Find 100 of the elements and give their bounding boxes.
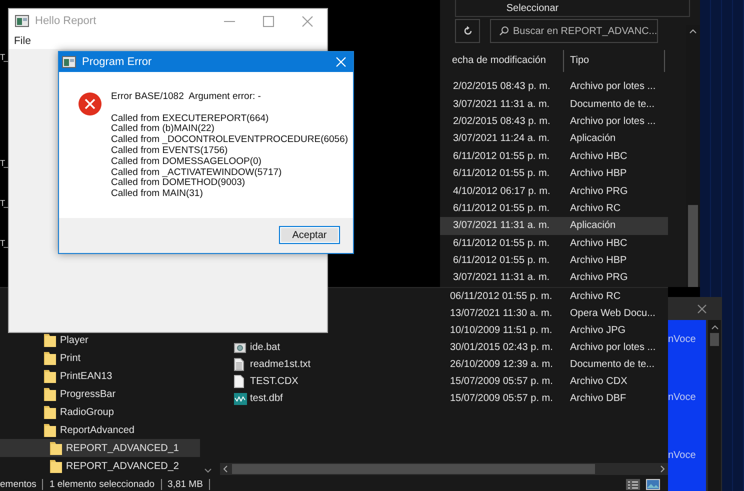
tree-item[interactable]: ProgressBar — [0, 385, 200, 403]
scrollbar-thumb[interactable] — [688, 205, 698, 287]
column-header[interactable]: echa de modificación — [440, 50, 564, 72]
close-icon[interactable] — [302, 16, 313, 26]
folder-icon — [44, 351, 56, 365]
date-cell-text: 13/07/2021 11:30 a. m. — [450, 308, 554, 319]
file-name[interactable]: TEST.CDX — [250, 376, 450, 387]
date-cell-text: 3/07/2021 11:24 a. m. — [453, 133, 551, 144]
cut-label: T_ — [0, 158, 7, 168]
file-row[interactable]: 3/07/2021 11:31 a. m. Aplicación — [440, 217, 668, 235]
file-row[interactable]: 3/07/2021 11:31 a. m. Archivo PRG — [440, 269, 668, 287]
call-stack-line: Called from EVENTS(1756) — [111, 146, 229, 157]
type-cell: Archivo PRG — [570, 186, 628, 197]
down-chevron-icon — [204, 468, 212, 473]
type-cell: Archivo HBC — [570, 238, 628, 249]
up-chevron-icon — [710, 325, 718, 330]
file-row[interactable]: 6/11/2012 01:55 p. m. Archivo HBP — [440, 164, 668, 182]
date-cell-text: 6/11/2012 01:55 p. m. — [453, 202, 551, 214]
date-cell-text: 15/07/2009 05:57 p. m. — [450, 393, 554, 404]
date-cell-text: 3/07/2021 11:31 a. m. — [453, 272, 551, 284]
window-title: Hello Report — [35, 15, 96, 27]
type-cell: Aplicación — [570, 133, 616, 144]
file-row[interactable]: 6/11/2012 01:55 p. m. Archivo HBC — [440, 148, 668, 165]
call-stack-line: Called from (b)MAIN(22) — [111, 124, 216, 135]
left-chevron-icon — [223, 465, 228, 473]
maximize-icon[interactable] — [263, 16, 274, 26]
text-file-icon — [234, 358, 244, 371]
file-row[interactable]: 6/11/2012 01:55 p. m. Archivo HBC — [440, 234, 668, 252]
call-stack-line: Called from DOMETHOD(9003) — [111, 178, 246, 189]
date-cell-text: 30/01/2015 02:43 p. m. — [450, 342, 554, 353]
cut-label: T_ — [0, 198, 7, 208]
date-cell-text: 06/11/2012 01:55 p. m. — [450, 291, 554, 302]
tree-item[interactable]: PrintEAN13 — [0, 367, 200, 385]
call-stack-line: Called from EXECUTEREPORT(664) — [111, 114, 270, 124]
type-cell: Opera Web Docu... — [570, 308, 656, 319]
close-icon[interactable] — [697, 304, 707, 314]
folder-name: REPORT_ADVANCED_2 — [66, 460, 179, 472]
gear-file-icon — [234, 342, 246, 354]
type-cell: Archivo HBC — [570, 150, 628, 162]
horizontal-scrollbar[interactable] — [220, 463, 668, 475]
folder-name: REPORT_ADVANCED_1 — [66, 442, 179, 454]
right-chevron-icon — [660, 465, 665, 473]
file-row[interactable]: 6/11/2012 01:55 p. m. Archivo RC — [440, 200, 668, 218]
folder-icon — [44, 423, 56, 437]
folder-name: ReportAdvanced — [60, 424, 134, 436]
tree-item[interactable]: Print — [0, 349, 200, 367]
file-row[interactable]: 2/02/2015 08:43 p. m. Archivo por lotes ... — [440, 112, 668, 130]
cut-label: T_ — [0, 52, 7, 62]
type-cell: Archivo HBP — [570, 168, 627, 180]
date-cell-text: 2/02/2015 08:43 p. m. — [453, 81, 552, 92]
details-view-icon[interactable] — [626, 478, 640, 490]
file-row[interactable]: 3/07/2021 11:31 a. m. Documento de te... — [440, 95, 668, 113]
folder-name: PrintEAN13 — [60, 370, 112, 382]
file-name[interactable]: test.dbf — [250, 393, 450, 404]
type-cell: Archivo HBP — [570, 255, 627, 266]
date-cell-text: 6/11/2012 01:55 p. m. — [453, 238, 551, 249]
tree-item[interactable]: REPORT_ADVANCED_2 — [0, 457, 200, 475]
date-cell-text: 15/07/2009 05:57 p. m. — [450, 376, 554, 387]
call-stack-line: Called from _ACTIVATEWINDOW(5717) — [111, 168, 283, 178]
file-row[interactable]: 6/11/2012 01:55 p. m. Archivo HBP — [440, 252, 668, 270]
file-name[interactable]: ide.bat — [250, 342, 450, 353]
type-cell: Documento de te... — [570, 98, 654, 110]
tree-item[interactable]: RadioGroup — [0, 403, 200, 421]
scrollbar[interactable] — [708, 320, 721, 491]
type-cell: Archivo PRG — [570, 272, 628, 284]
error-icon — [78, 92, 102, 116]
menu-item[interactable]: File — [14, 35, 31, 47]
type-cell: Archivo por lotes ... — [570, 342, 656, 353]
type-cell: Aplicación — [570, 220, 616, 232]
scrollbar-thumb[interactable] — [710, 333, 719, 346]
folder-icon — [50, 441, 62, 455]
call-stack-line: Called from _DOCONTROLEVENTPROCEDURE(6056) — [111, 135, 348, 146]
thumbnail-view-icon[interactable] — [646, 478, 660, 490]
search-field[interactable]: Buscar en REPORT_ADVANC... — [490, 19, 658, 43]
call-stack-line: Called from MAIN(31) — [111, 189, 204, 200]
column-header[interactable]: Tipo — [564, 50, 665, 72]
refresh-button[interactable] — [455, 19, 480, 43]
up-chevron-icon — [689, 29, 697, 34]
folder-icon — [44, 387, 56, 401]
group-label: Seleccionar — [506, 2, 559, 14]
refresh-icon — [462, 26, 472, 36]
file-row[interactable]: 4/10/2012 06:17 p. m. Archivo PRG — [440, 182, 668, 200]
folder-name: RadioGroup — [60, 406, 114, 418]
accept-button[interactable]: Aceptar — [279, 226, 340, 244]
item-label: nVoce — [668, 392, 697, 404]
tree-item[interactable]: Player — [0, 331, 200, 349]
window-icon — [15, 15, 29, 27]
file-icon — [234, 375, 244, 388]
date-cell-text: 10/10/2009 11:51 p. m. — [450, 325, 554, 336]
date-cell-text: 6/11/2012 01:55 p. m. — [453, 168, 551, 180]
scrollbar-thumb[interactable] — [232, 464, 595, 474]
type-cell: Archivo RC — [570, 202, 621, 214]
type-cell: Archivo CDX — [570, 376, 628, 387]
file-row[interactable]: 2/02/2015 08:43 p. m. Archivo por lotes ... — [440, 78, 668, 96]
status-text: 3,81 MB — [162, 478, 210, 490]
date-cell-text: 3/07/2021 11:31 a. m. — [453, 98, 551, 110]
file-row[interactable]: 3/07/2021 11:24 a. m. Aplicación — [440, 130, 668, 148]
file-name[interactable]: readme1st.txt — [250, 359, 450, 370]
tree-item[interactable]: REPORT_ADVANCED_1 — [0, 439, 200, 457]
tree-item[interactable]: ReportAdvanced — [0, 421, 200, 439]
